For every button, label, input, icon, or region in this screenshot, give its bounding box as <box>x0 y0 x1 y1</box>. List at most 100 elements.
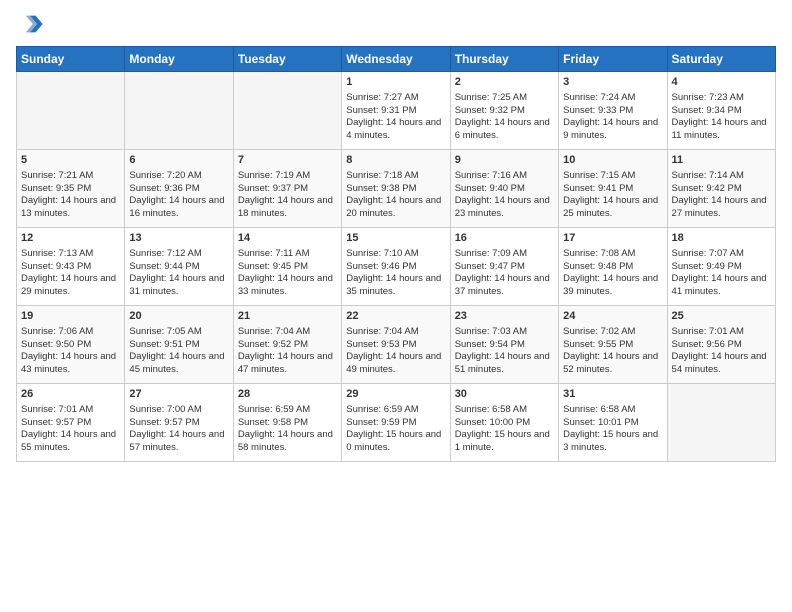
daylight-label: Daylight: 14 hours and 35 minutes. <box>346 273 441 297</box>
calendar-cell: 29Sunrise: 6:59 AMSunset: 9:59 PMDayligh… <box>342 384 450 462</box>
sunrise-label: Sunrise: 7:16 AM <box>455 170 527 181</box>
daylight-label: Daylight: 14 hours and 13 minutes. <box>21 195 116 219</box>
calendar-cell: 12Sunrise: 7:13 AMSunset: 9:43 PMDayligh… <box>17 228 125 306</box>
day-number: 6 <box>129 153 228 168</box>
sunrise-label: Sunrise: 6:59 AM <box>238 404 310 415</box>
daylight-label: Daylight: 14 hours and 52 minutes. <box>563 351 658 375</box>
sunrise-label: Sunrise: 7:27 AM <box>346 92 418 103</box>
calendar-cell: 21Sunrise: 7:04 AMSunset: 9:52 PMDayligh… <box>233 306 341 384</box>
day-number: 18 <box>672 231 771 246</box>
sunrise-label: Sunrise: 7:23 AM <box>672 92 744 103</box>
daylight-label: Daylight: 14 hours and 45 minutes. <box>129 351 224 375</box>
calendar-cell: 1Sunrise: 7:27 AMSunset: 9:31 PMDaylight… <box>342 72 450 150</box>
sunrise-label: Sunrise: 7:07 AM <box>672 248 744 259</box>
daylight-label: Daylight: 14 hours and 49 minutes. <box>346 351 441 375</box>
sunrise-label: Sunrise: 7:24 AM <box>563 92 635 103</box>
day-number: 29 <box>346 387 445 402</box>
daylight-label: Daylight: 14 hours and 51 minutes. <box>455 351 550 375</box>
sunset-label: Sunset: 9:41 PM <box>563 183 633 194</box>
sunset-label: Sunset: 9:37 PM <box>238 183 308 194</box>
day-number: 9 <box>455 153 554 168</box>
day-number: 16 <box>455 231 554 246</box>
day-header-wednesday: Wednesday <box>342 47 450 72</box>
calendar-cell: 3Sunrise: 7:24 AMSunset: 9:33 PMDaylight… <box>559 72 667 150</box>
sunrise-label: Sunrise: 7:06 AM <box>21 326 93 337</box>
calendar-cell: 6Sunrise: 7:20 AMSunset: 9:36 PMDaylight… <box>125 150 233 228</box>
calendar-cell: 30Sunrise: 6:58 AMSunset: 10:00 PMDaylig… <box>450 384 558 462</box>
calendar-cell: 5Sunrise: 7:21 AMSunset: 9:35 PMDaylight… <box>17 150 125 228</box>
daylight-label: Daylight: 14 hours and 33 minutes. <box>238 273 333 297</box>
day-number: 19 <box>21 309 120 324</box>
calendar-cell <box>667 384 775 462</box>
sunset-label: Sunset: 10:01 PM <box>563 417 639 428</box>
calendar-cell: 23Sunrise: 7:03 AMSunset: 9:54 PMDayligh… <box>450 306 558 384</box>
calendar-cell: 27Sunrise: 7:00 AMSunset: 9:57 PMDayligh… <box>125 384 233 462</box>
day-number: 13 <box>129 231 228 246</box>
sunset-label: Sunset: 9:46 PM <box>346 261 416 272</box>
calendar-page: SundayMondayTuesdayWednesdayThursdayFrid… <box>0 0 792 612</box>
day-number: 12 <box>21 231 120 246</box>
sunrise-label: Sunrise: 7:11 AM <box>238 248 310 259</box>
daylight-label: Daylight: 14 hours and 37 minutes. <box>455 273 550 297</box>
daylight-label: Daylight: 15 hours and 1 minute. <box>455 429 550 453</box>
day-header-monday: Monday <box>125 47 233 72</box>
calendar-cell: 15Sunrise: 7:10 AMSunset: 9:46 PMDayligh… <box>342 228 450 306</box>
sunset-label: Sunset: 9:43 PM <box>21 261 91 272</box>
daylight-label: Daylight: 14 hours and 16 minutes. <box>129 195 224 219</box>
sunrise-label: Sunrise: 7:00 AM <box>129 404 201 415</box>
sunrise-label: Sunrise: 7:12 AM <box>129 248 201 259</box>
day-number: 8 <box>346 153 445 168</box>
calendar-cell: 31 Sunrise: 6:58 AM Sunset: 10:01 PMDaylig… <box>559 384 667 462</box>
calendar-cell: 7Sunrise: 7:19 AMSunset: 9:37 PMDaylight… <box>233 150 341 228</box>
sunset-label: Sunset: 9:51 PM <box>129 339 199 350</box>
calendar-cell: 9Sunrise: 7:16 AMSunset: 9:40 PMDaylight… <box>450 150 558 228</box>
sunrise-label: Sunrise: 7:10 AM <box>346 248 418 259</box>
daylight-label: Daylight: 15 hours and 3 minutes. <box>563 429 658 453</box>
day-number: 26 <box>21 387 120 402</box>
sunset-label: Sunset: 10:00 PM <box>455 417 531 428</box>
sunrise-label: Sunrise: 7:01 AM <box>672 326 744 337</box>
daylight-label: Daylight: 14 hours and 41 minutes. <box>672 273 767 297</box>
calendar-cell: 26Sunrise: 7:01 AMSunset: 9:57 PMDayligh… <box>17 384 125 462</box>
sunrise-label: Sunrise: 7:25 AM <box>455 92 527 103</box>
sunrise-label: Sunrise: 7:04 AM <box>346 326 418 337</box>
day-number: 22 <box>346 309 445 324</box>
sunrise-label: Sunrise: 7:21 AM <box>21 170 93 181</box>
sunset-label: Sunset: 9:36 PM <box>129 183 199 194</box>
sunrise-label: Sunrise: 7:08 AM <box>563 248 635 259</box>
day-header-sunday: Sunday <box>17 47 125 72</box>
day-number: 3 <box>563 75 662 90</box>
sunset-label: Sunset: 9:38 PM <box>346 183 416 194</box>
sunset-label: Sunset: 9:40 PM <box>455 183 525 194</box>
calendar-table: SundayMondayTuesdayWednesdayThursdayFrid… <box>16 46 776 462</box>
sunset-label: Sunset: 9:56 PM <box>672 339 742 350</box>
daylight-label: Daylight: 14 hours and 27 minutes. <box>672 195 767 219</box>
day-number: 1 <box>346 75 445 90</box>
sunrise-label: Sunrise: 6:58 AM <box>563 404 635 415</box>
sunrise-label: Sunrise: 7:09 AM <box>455 248 527 259</box>
daylight-label: Daylight: 14 hours and 20 minutes. <box>346 195 441 219</box>
day-number: 23 <box>455 309 554 324</box>
sunset-label: Sunset: 9:58 PM <box>238 417 308 428</box>
calendar-cell: 18 Sunrise: 7:07 AM Sunset: 9:49 PMDayligh… <box>667 228 775 306</box>
sunset-label: Sunset: 9:42 PM <box>672 183 742 194</box>
day-number: 14 <box>238 231 337 246</box>
daylight-label: Daylight: 14 hours and 4 minutes. <box>346 117 441 141</box>
day-number: 7 <box>238 153 337 168</box>
sunset-label: Sunset: 9:47 PM <box>455 261 525 272</box>
day-number: 30 <box>455 387 554 402</box>
logo <box>16 10 48 38</box>
calendar-cell <box>233 72 341 150</box>
sunrise-label: Sunrise: 7:14 AM <box>672 170 744 181</box>
sunset-label: Sunset: 9:49 PM <box>672 261 742 272</box>
day-number: 25 <box>672 309 771 324</box>
sunrise-label: Sunrise: 7:18 AM <box>346 170 418 181</box>
day-number: 2 <box>455 75 554 90</box>
day-number: 4 <box>672 75 771 90</box>
daylight-label: Daylight: 14 hours and 11 minutes. <box>672 117 767 141</box>
day-number: 31 <box>563 387 662 402</box>
sunset-label: Sunset: 9:48 PM <box>563 261 633 272</box>
calendar-cell <box>125 72 233 150</box>
week-row-4: 19Sunrise: 7:06 AMSunset: 9:50 PMDayligh… <box>17 306 776 384</box>
calendar-cell: 28Sunrise: 6:59 AMSunset: 9:58 PMDayligh… <box>233 384 341 462</box>
